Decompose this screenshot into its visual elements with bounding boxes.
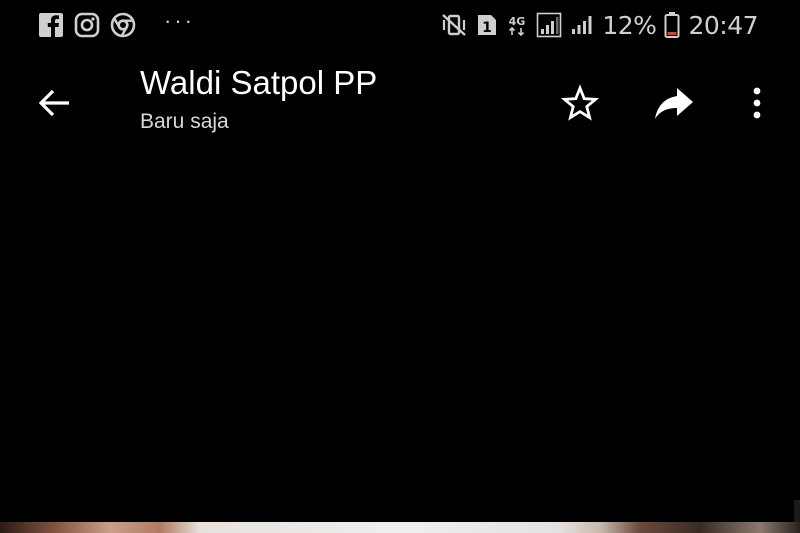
instagram-icon [74,12,100,38]
message-time: Baru saja [140,110,229,133]
mute-vibrate-icon [440,12,468,38]
4g-network-icon: 4G [506,12,528,38]
notification-icons: ··· [38,10,195,40]
sender-info: Waldi Satpol PP Baru saja [140,63,377,135]
sim-1-icon: 1 [476,12,498,38]
system-status-icons: 1 4G 12% 20:47 [440,8,758,42]
media-viewer-screen: ··· 1 4G 12% 20:47 Waldi Satpol PP Baru … [0,0,800,533]
battery-icon [664,11,680,39]
star-button[interactable] [556,79,604,127]
status-bar: ··· 1 4G 12% 20:47 [0,0,800,50]
viewer-header: Waldi Satpol PP Baru saja [0,55,800,145]
facebook-icon [38,12,64,38]
signal-sim1-icon [536,12,562,38]
sim-slot-label: 1 [483,20,493,36]
scroll-edge-indicator [794,500,800,524]
sender-name: Waldi Satpol PP [140,64,378,101]
chrome-icon [110,12,136,38]
more-notifications-indicator: ··· [164,8,195,33]
arrow-left-icon [36,85,72,121]
share-icon [653,84,695,122]
forward-button[interactable] [650,79,698,127]
clock: 20:47 [688,10,758,40]
more-vertical-icon [750,84,764,122]
star-icon [560,84,600,122]
back-button[interactable] [30,79,78,127]
signal-sim2-icon [570,12,594,38]
network-type-label: 4G [509,15,526,28]
battery-percent: 12% [602,10,657,40]
more-options-button[interactable] [733,79,781,127]
media-image[interactable] [0,522,800,533]
